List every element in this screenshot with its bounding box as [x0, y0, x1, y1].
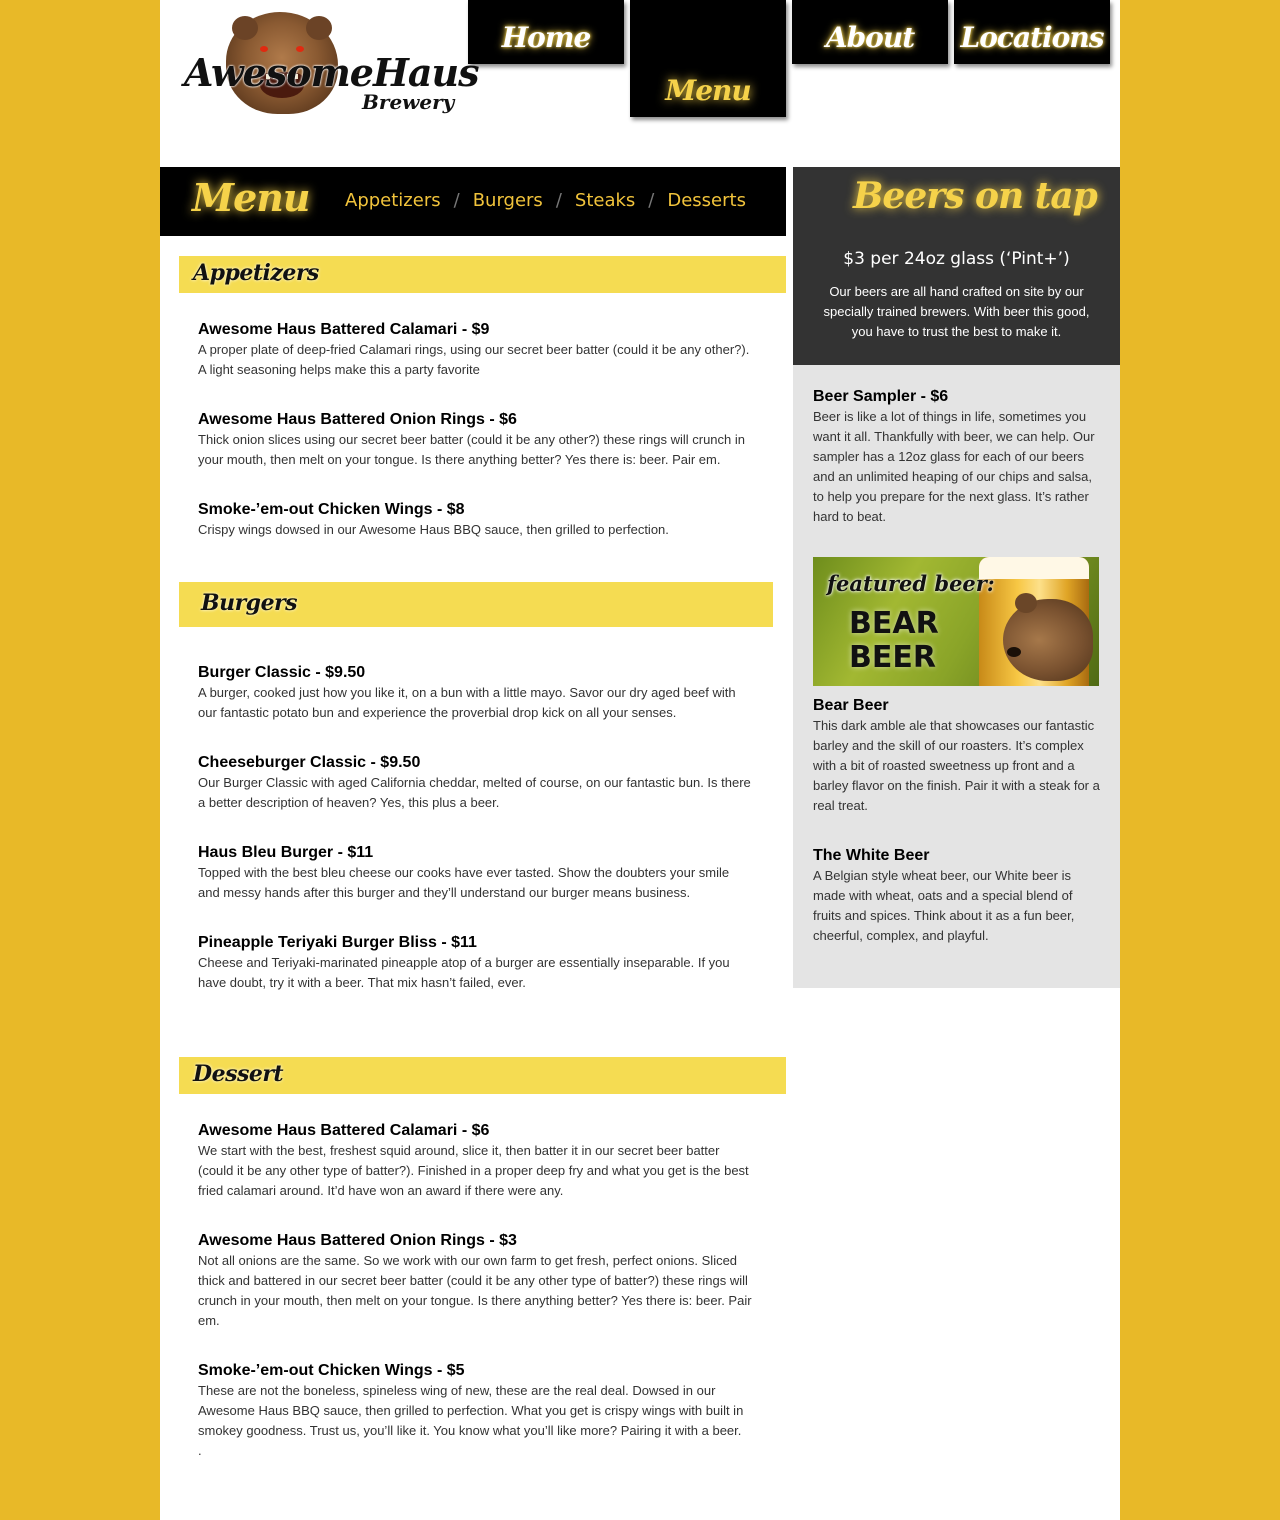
menu-item: Awesome Haus Battered Onion Rings - $6 T…: [198, 410, 754, 470]
menu-item-name: Awesome Haus Battered Calamari - $9: [198, 321, 490, 338]
sidebar-intro: Our beers are all hand crafted on site b…: [823, 284, 1090, 339]
menu-item-name: Awesome Haus Battered Onion Rings - $6: [198, 411, 517, 428]
menu-item-name: Awesome Haus Battered Onion Rings - $3: [198, 1232, 517, 1249]
menu-item-desc: A burger, cooked just how you like it, o…: [198, 685, 736, 720]
menu-item-name: Smoke-’em-out Chicken Wings - $5: [198, 1362, 465, 1379]
menu-item: Awesome Haus Battered Onion Rings - $3 N…: [198, 1231, 754, 1331]
menu-item-desc: Thick onion slices using our secret beer…: [198, 432, 745, 467]
menu-item-name: Burger Classic - $9.50: [198, 664, 366, 681]
beer-item: Bear Beer This dark amble ale that showc…: [813, 696, 1103, 816]
nav-tab-label: Locations: [960, 21, 1105, 54]
beers-on-tap-panel: Beers on tap $3 per 24oz glass (‘Pint+’)…: [793, 167, 1120, 365]
menu-item: Awesome Haus Battered Calamari - $6 We s…: [198, 1121, 754, 1201]
menu-item-desc: Cheese and Teriyaki-marinated pineapple …: [198, 955, 730, 990]
menu-item: Pineapple Teriyaki Burger Bliss - $11 Ch…: [198, 933, 754, 993]
menu-link-appetizers[interactable]: Appetizers: [345, 190, 441, 211]
menu-item-desc: Crispy wings dowsed in our Awesome Haus …: [198, 522, 669, 537]
menu-item-desc: Our Burger Classic with aged California …: [198, 775, 751, 810]
logo-subtext: Brewery: [362, 90, 455, 114]
menu-item-name: Awesome Haus Battered Calamari - $6: [198, 1122, 490, 1139]
nav-tab-label: About: [825, 21, 915, 54]
menu-link-separator: /: [453, 190, 460, 211]
beer-item-name: Bear Beer: [813, 697, 889, 714]
beer-item-name: The White Beer: [813, 847, 930, 864]
menu-item: Burger Classic - $9.50 A burger, cooked …: [198, 663, 754, 723]
menu-item-desc: Not all onions are the same. So we work …: [198, 1253, 752, 1328]
menu-link-steaks[interactable]: Steaks: [575, 190, 635, 211]
beer-item-desc: A Belgian style wheat beer, our White be…: [813, 868, 1075, 943]
menu-link-separator: /: [648, 190, 655, 211]
menu-title: Menu: [192, 175, 310, 220]
featured-beer-image: featured beer: BEAR BEER: [813, 557, 1099, 686]
logo-text: AwesomeHaus: [184, 50, 480, 95]
beer-item-desc: This dark amble ale that showcases our f…: [813, 718, 1100, 813]
nav-tab-label: Menu: [665, 74, 752, 107]
beer-item-desc: Beer is like a lot of things in life, so…: [813, 409, 1095, 524]
menu-link-separator: /: [555, 190, 562, 211]
menu-item-name: Cheeseburger Classic - $9.50: [198, 754, 421, 771]
featured-beer-name: BEAR BEER: [849, 606, 939, 675]
nav-tab-menu[interactable]: Menu: [630, 0, 786, 117]
menu-bar: Menu Appetizers / Burgers / Steaks / Des…: [160, 167, 786, 236]
menu-item-name: Haus Bleu Burger - $11: [198, 844, 374, 861]
nav-tab-about[interactable]: About: [792, 0, 948, 64]
featured-label: featured beer:: [827, 571, 995, 596]
nav-tab-home[interactable]: Home: [468, 0, 624, 64]
menu-link-burgers[interactable]: Burgers: [473, 190, 543, 211]
menu-item: Cheeseburger Classic - $9.50 Our Burger …: [198, 753, 754, 813]
sidebar-title: Beers on tap: [853, 175, 1098, 217]
section-header-dessert: Dessert: [179, 1057, 786, 1094]
menu-item-desc: A proper plate of deep-fried Calamari ri…: [198, 342, 750, 377]
beer-item-name: Beer Sampler - $6: [813, 388, 949, 405]
bear-head-icon: [1003, 593, 1093, 681]
menu-category-links: Appetizers / Burgers / Steaks / Desserts: [345, 190, 746, 211]
menu-item: Smoke-’em-out Chicken Wings - $5 These a…: [198, 1361, 754, 1461]
menu-item: Awesome Haus Battered Calamari - $9 A pr…: [198, 320, 754, 380]
menu-item-desc: We start with the best, freshest squid a…: [198, 1143, 749, 1198]
section-header-appetizers: Appetizers: [179, 256, 786, 293]
menu-item: Smoke-’em-out Chicken Wings - $8 Crispy …: [198, 500, 754, 540]
section-title: Dessert: [193, 1061, 284, 1087]
section-title: Burgers: [201, 590, 298, 616]
menu-item-desc: These are not the boneless, spineless wi…: [198, 1383, 744, 1438]
menu-item-trailing: .: [198, 1443, 202, 1458]
page-container: AwesomeHaus Brewery Home Menu About Loca…: [160, 0, 1120, 1520]
menu-link-desserts[interactable]: Desserts: [667, 190, 746, 211]
section-title: Appetizers: [193, 260, 319, 286]
menu-item-name: Smoke-’em-out Chicken Wings - $8: [198, 501, 465, 518]
section-header-burgers: Burgers: [179, 582, 773, 627]
menu-item: Haus Bleu Burger - $11 Topped with the b…: [198, 843, 754, 903]
nav-tab-label: Home: [501, 21, 592, 54]
nav-tab-locations[interactable]: Locations: [954, 0, 1110, 64]
beer-item: The White Beer A Belgian style wheat bee…: [813, 846, 1103, 946]
beers-list-panel: Beer Sampler - $6 Beer is like a lot of …: [793, 365, 1120, 988]
sidebar-price: $3 per 24oz glass (‘Pint+’): [843, 249, 1070, 269]
brewery-logo[interactable]: AwesomeHaus Brewery: [184, 12, 480, 120]
menu-item-desc: Topped with the best bleu cheese our coo…: [198, 865, 730, 900]
beer-item: Beer Sampler - $6 Beer is like a lot of …: [813, 387, 1103, 527]
menu-item-name: Pineapple Teriyaki Burger Bliss - $11: [198, 934, 477, 951]
